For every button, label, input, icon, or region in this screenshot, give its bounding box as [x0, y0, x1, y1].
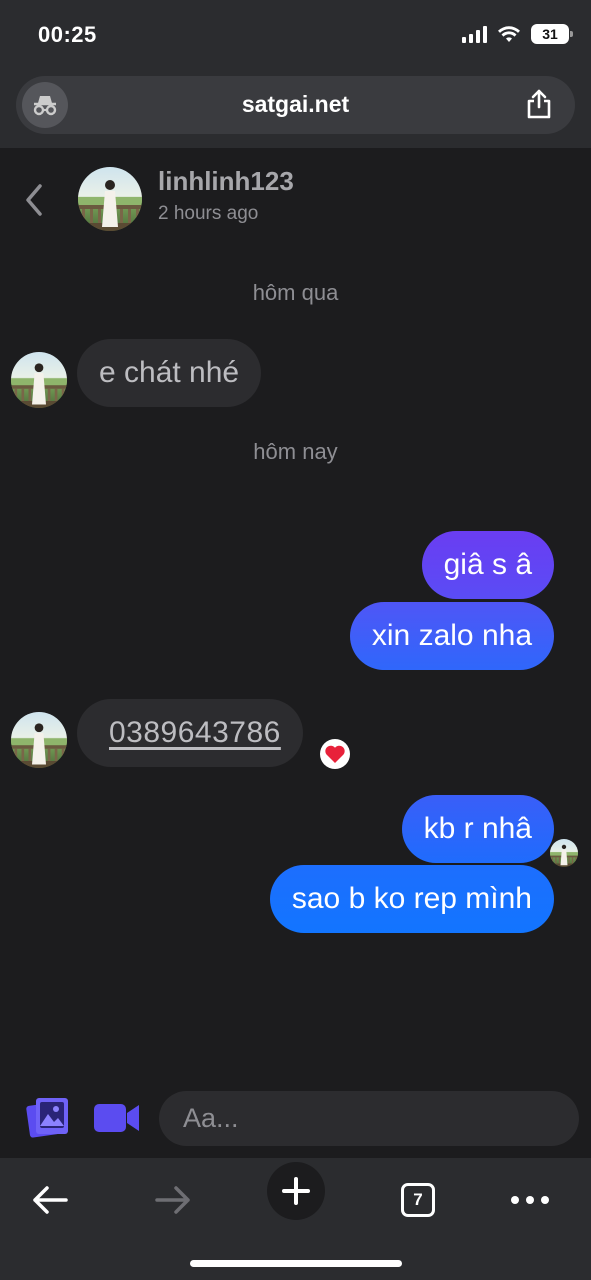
outgoing-message-bubble[interactable]: giâ s â: [421, 531, 554, 599]
message-input[interactable]: [159, 1091, 579, 1146]
last-seen-status: 2 hours ago: [158, 203, 259, 224]
read-receipt-avatar: [550, 839, 578, 867]
message-text: sao b ko rep mình: [291, 882, 532, 915]
incoming-message-bubble[interactable]: 0389643786: [77, 699, 303, 767]
message-text: kb r nhâ: [423, 812, 532, 845]
tabs-icon[interactable]: 7: [388, 1170, 448, 1230]
browser-address-area: satgai.net: [0, 72, 591, 148]
message-text: giâ s â: [443, 548, 532, 581]
battery-level: 31: [542, 26, 558, 42]
url-text[interactable]: satgai.net: [16, 91, 575, 118]
heart-reaction-icon[interactable]: [320, 739, 350, 769]
cellular-signal-icon: [462, 25, 487, 43]
arrow-right-icon[interactable]: [143, 1170, 203, 1230]
message-text: xin zalo nha: [371, 619, 532, 652]
status-icons: 31: [462, 24, 573, 44]
outgoing-message-bubble[interactable]: sao b ko rep mình: [269, 865, 554, 933]
more-icon[interactable]: [500, 1170, 560, 1230]
day-separator: hôm nay: [253, 439, 338, 464]
day-separator: hôm qua: [252, 280, 339, 305]
chevron-left-icon[interactable]: [18, 180, 48, 220]
address-bar[interactable]: satgai.net: [16, 76, 575, 134]
tab-count: 7: [401, 1183, 435, 1217]
chat-header: linhlinh123 2 hours ago: [0, 148, 591, 248]
contact-avatar[interactable]: [78, 167, 142, 231]
wifi-icon: [498, 26, 520, 42]
plus-icon[interactable]: [267, 1162, 325, 1220]
sender-avatar: [11, 712, 67, 768]
message-text: e chát nhé: [99, 356, 240, 389]
incoming-message-bubble[interactable]: e chát nhé: [77, 339, 262, 407]
status-time: 00:25: [38, 22, 97, 47]
arrow-left-icon[interactable]: [20, 1170, 80, 1230]
video-camera-icon[interactable]: [94, 1102, 140, 1134]
status-bar: 00:25 31: [0, 0, 591, 72]
message-composer: [0, 1088, 591, 1148]
outgoing-message-bubble[interactable]: xin zalo nha: [349, 602, 554, 670]
outgoing-message-bubble[interactable]: kb r nhâ: [401, 795, 554, 863]
browser-toolbar: 7: [0, 1158, 591, 1280]
phone-number-link[interactable]: 0389643786: [109, 716, 281, 750]
share-icon[interactable]: [523, 88, 555, 120]
sender-avatar: [11, 352, 67, 408]
image-gallery-icon[interactable]: [26, 1096, 70, 1140]
home-indicator: [190, 1260, 402, 1267]
contact-username[interactable]: linhlinh123: [158, 166, 294, 197]
battery-icon: 31: [531, 24, 573, 44]
